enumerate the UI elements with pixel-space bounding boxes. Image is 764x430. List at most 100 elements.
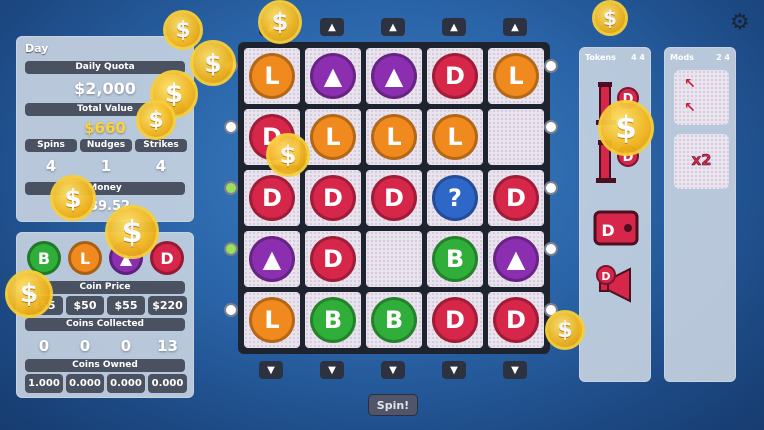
coin-symbol: L	[493, 53, 539, 99]
nudge-down-button[interactable]: ▼	[320, 361, 344, 379]
board-tile[interactable]: L	[488, 48, 544, 104]
coin-price-cell: $220	[148, 296, 187, 315]
megaphone-token-icon[interactable]: D	[592, 263, 642, 307]
svg-text:D: D	[601, 270, 610, 283]
coin-symbol: D	[493, 175, 539, 221]
gold-coin-icon: $	[545, 310, 585, 350]
coins-owned-cell: 1.000	[25, 374, 63, 393]
board-tile[interactable]: D	[427, 48, 483, 104]
board-tile[interactable]: L	[244, 48, 300, 104]
board-tile[interactable]: ▲	[244, 231, 300, 287]
multiplier-mod: x2	[691, 151, 712, 170]
coin-symbol: ▲	[371, 53, 417, 99]
board-tile[interactable]: L	[366, 109, 422, 165]
board-tile[interactable]: D	[366, 170, 422, 226]
mod-slot-arrows[interactable]: ↖ ↖	[674, 70, 729, 125]
gear-icon[interactable]: ⚙	[730, 10, 750, 35]
board-tile[interactable]: ▲	[488, 231, 544, 287]
coins-owned-cell: 0.000	[66, 374, 104, 393]
money-value: $39.52	[79, 199, 131, 214]
gold-coin-icon: $	[136, 100, 176, 140]
mods-label: Mods	[670, 53, 694, 62]
row-indicator	[224, 181, 238, 195]
coin-symbol: D	[310, 236, 356, 282]
coin-symbol: D	[249, 175, 295, 221]
spin-button[interactable]: Spin!	[368, 394, 418, 416]
mods-panel: Mods 2 4 ↖ ↖ x2	[664, 47, 736, 382]
nudges-value: 1	[100, 157, 112, 175]
coin-price-cell: $50	[66, 296, 104, 315]
board-tile[interactable]: D	[427, 292, 483, 348]
svg-text:D: D	[601, 221, 614, 240]
board-tile[interactable]	[366, 231, 422, 287]
nudge-up-button[interactable]: ▲	[503, 18, 527, 36]
coin-symbol: ?	[432, 175, 478, 221]
coin-symbol: ▲	[249, 236, 295, 282]
coins-collected-label: Coins Collected	[25, 318, 185, 331]
row-indicator	[544, 242, 558, 256]
coin-symbol: D	[493, 297, 539, 343]
strikes-label: Strikes	[135, 139, 187, 152]
board-tile[interactable]: D	[305, 231, 361, 287]
spins-value: 4	[45, 157, 57, 175]
coin-symbol: L	[249, 53, 295, 99]
row-indicator	[544, 59, 558, 73]
board-tile[interactable]: L	[305, 109, 361, 165]
coin-symbol: L	[310, 114, 356, 160]
coin-symbol: B	[432, 236, 478, 282]
coin-symbol: ▲	[493, 236, 539, 282]
arrow-mod-icon: ↖	[684, 76, 696, 92]
row-indicator	[544, 120, 558, 134]
coin-symbol: B	[371, 297, 417, 343]
board-tile[interactable]: D	[305, 170, 361, 226]
coin-type-icon: D	[150, 241, 184, 275]
day-label: Day	[25, 42, 49, 55]
gold-coin-icon: $	[266, 133, 310, 177]
gold-coin-icon: $	[598, 100, 654, 156]
tokens-count: 4 4	[631, 53, 645, 62]
coins-collected-cell: 13	[157, 337, 178, 355]
wallet-token-icon[interactable]: D	[592, 206, 642, 250]
board-tile[interactable]: ?	[427, 170, 483, 226]
coins-collected-cell: 0	[38, 337, 50, 355]
gold-coin-icon: $	[105, 205, 159, 259]
arrow-mod-icon: ↖	[684, 100, 696, 116]
coin-symbol: D	[371, 175, 417, 221]
nudges-label: Nudges	[80, 139, 132, 152]
board-tile[interactable]: B	[366, 292, 422, 348]
board-tile[interactable]: B	[427, 231, 483, 287]
board-tile[interactable]: D	[488, 170, 544, 226]
coin-price-cell: $55	[107, 296, 145, 315]
nudge-up-button[interactable]: ▲	[320, 18, 344, 36]
board-tile[interactable]: D	[244, 170, 300, 226]
gold-coin-icon: $	[190, 40, 236, 86]
nudge-down-button[interactable]: ▼	[503, 361, 527, 379]
board-tile[interactable]: D	[488, 292, 544, 348]
nudge-up-button[interactable]: ▲	[381, 18, 405, 36]
board-tile[interactable]: L	[427, 109, 483, 165]
coin-symbol: L	[432, 114, 478, 160]
board-tile[interactable]: L	[244, 292, 300, 348]
coins-owned-cell: 0.000	[148, 374, 187, 393]
nudge-down-button[interactable]: ▼	[381, 361, 405, 379]
row-indicator	[224, 303, 238, 317]
tokens-label: Tokens	[585, 53, 616, 62]
mod-slot-x2[interactable]: x2	[674, 134, 729, 189]
quota-label: Daily Quota	[25, 61, 185, 74]
gold-coin-icon: $	[50, 175, 96, 221]
nudge-down-button[interactable]: ▼	[259, 361, 283, 379]
board-tile[interactable]: ▲	[305, 48, 361, 104]
coins-collected-cell: 0	[120, 337, 132, 355]
nudge-down-button[interactable]: ▼	[442, 361, 466, 379]
board-tile[interactable]: B	[305, 292, 361, 348]
nudge-up-button[interactable]: ▲	[442, 18, 466, 36]
coin-symbol: L	[371, 114, 417, 160]
board-tile[interactable]: ▲	[366, 48, 422, 104]
coin-type-icon: L	[68, 241, 102, 275]
board-tile[interactable]	[488, 109, 544, 165]
row-indicator	[224, 120, 238, 134]
row-indicator	[544, 181, 558, 195]
coin-symbol: D	[432, 53, 478, 99]
strikes-value: 4	[155, 157, 167, 175]
gold-coin-icon: $	[5, 270, 53, 318]
